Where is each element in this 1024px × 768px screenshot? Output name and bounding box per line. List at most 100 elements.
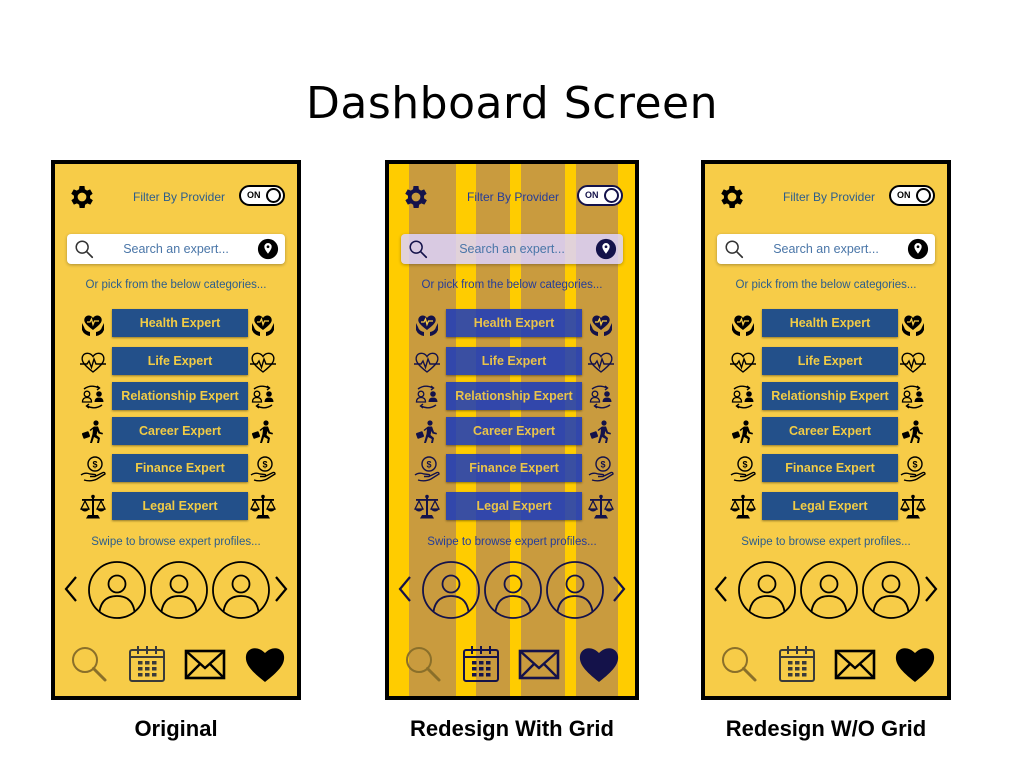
category-button[interactable]: Finance Expert [446,454,582,482]
health-hands-heart-icon [413,310,441,338]
category-button[interactable]: Legal Expert [762,492,898,520]
nav-heart-icon[interactable] [243,642,287,686]
category-button[interactable]: Career Expert [112,417,248,445]
bottom-navigation [399,642,625,688]
heartbeat-icon [79,348,107,376]
chevron-left-icon[interactable] [713,574,729,604]
category-button[interactable]: Legal Expert [446,492,582,520]
heartbeat-icon [587,348,615,376]
category-button[interactable]: Relationship Expert [112,382,248,410]
search-input[interactable]: Search an expert... [67,234,285,264]
bottom-navigation [65,642,287,688]
expert-profile-avatar[interactable] [421,560,481,620]
nav-calendar-icon[interactable] [125,642,169,686]
filter-by-provider-label: Filter By Provider [467,190,560,204]
filter-by-provider-label: Filter By Provider [133,190,226,204]
finance-hand-coin-icon: $ [249,455,277,483]
nav-calendar-icon[interactable] [459,642,503,686]
expert-profile-carousel[interactable] [711,560,941,622]
expert-profile-carousel[interactable] [61,560,291,622]
filter-toggle[interactable]: ON [577,185,623,206]
category-row: $ Finance Expert $ [389,454,635,484]
heartbeat-icon [729,348,757,376]
expert-profile-avatar[interactable] [211,560,271,620]
toggle-knob [604,188,619,203]
nav-search-icon[interactable] [67,642,111,686]
category-button[interactable]: Health Expert [446,309,582,337]
dashboard-screen: Filter By Provider ON Search an expert..… [389,164,635,696]
dashboard-screen: Filter By Provider ON Search an expert..… [705,164,947,696]
nav-mail-icon[interactable] [183,642,227,686]
legal-scales-icon [79,493,107,521]
toggle-state-label: ON [247,190,261,200]
health-hands-heart-icon [79,310,107,338]
svg-text:$: $ [600,460,605,470]
expert-profile-avatar[interactable] [799,560,859,620]
location-pin-icon[interactable] [907,238,929,260]
expert-profile-avatar[interactable] [545,560,605,620]
category-row: Legal Expert [705,492,947,522]
slide-title: Dashboard Screen [306,78,718,129]
settings-gear-icon[interactable] [401,182,431,212]
pick-category-label: Or pick from the below categories... [735,279,917,291]
nav-heart-icon[interactable] [893,642,937,686]
category-button[interactable]: Career Expert [446,417,582,445]
search-placeholder: Search an expert... [773,242,879,256]
filter-by-provider-label: Filter By Provider [783,190,876,204]
category-button[interactable]: Relationship Expert [762,382,898,410]
toggle-knob [916,188,931,203]
heartbeat-icon [899,348,927,376]
category-button[interactable]: Health Expert [762,309,898,337]
chevron-left-icon[interactable] [397,574,413,604]
settings-gear-icon[interactable] [717,182,747,212]
relationship-exchange-icon [899,383,927,411]
chevron-right-icon[interactable] [611,574,627,604]
category-row: $ Finance Expert $ [705,454,947,484]
expert-profile-avatar[interactable] [861,560,921,620]
relationship-exchange-icon [729,383,757,411]
chevron-left-icon[interactable] [63,574,79,604]
health-hands-heart-icon [249,310,277,338]
chevron-right-icon[interactable] [273,574,289,604]
search-input[interactable]: Search an expert... [401,234,623,264]
finance-hand-coin-icon: $ [79,455,107,483]
filter-toggle[interactable]: ON [889,185,935,206]
category-row: Life Expert [705,347,947,377]
location-pin-icon[interactable] [595,238,617,260]
category-button[interactable]: Life Expert [112,347,248,375]
category-button[interactable]: Legal Expert [112,492,248,520]
nav-mail-icon[interactable] [833,642,877,686]
category-button[interactable]: Life Expert [446,347,582,375]
caption-without-grid: Redesign W/O Grid [725,716,927,741]
category-button[interactable]: Life Expert [762,347,898,375]
career-briefcase-icon [899,418,927,446]
nav-calendar-icon[interactable] [775,642,819,686]
category-row: Relationship Expert [55,382,297,412]
expert-profile-carousel[interactable] [395,560,629,622]
expert-profile-avatar[interactable] [483,560,543,620]
category-button[interactable]: Relationship Expert [446,382,582,410]
finance-hand-coin-icon: $ [587,455,615,483]
category-button[interactable]: Health Expert [112,309,248,337]
toggle-state-label: ON [585,190,599,200]
nav-search-icon[interactable] [401,642,445,686]
location-pin-icon[interactable] [257,238,279,260]
expert-profile-avatar[interactable] [737,560,797,620]
finance-hand-coin-icon: $ [899,455,927,483]
heartbeat-icon [249,348,277,376]
expert-profile-avatar[interactable] [87,560,147,620]
category-button[interactable]: Career Expert [762,417,898,445]
category-button[interactable]: Finance Expert [762,454,898,482]
category-button[interactable]: Finance Expert [112,454,248,482]
career-briefcase-icon [249,418,277,446]
chevron-right-icon[interactable] [923,574,939,604]
nav-heart-icon[interactable] [577,642,621,686]
search-input[interactable]: Search an expert... [717,234,935,264]
filter-toggle[interactable]: ON [239,185,285,206]
expert-profile-avatar[interactable] [149,560,209,620]
category-row: Relationship Expert [705,382,947,412]
phone-mockup-without-grid: Filter By Provider ON Search an expert..… [701,160,951,700]
nav-search-icon[interactable] [717,642,761,686]
nav-mail-icon[interactable] [517,642,561,686]
settings-gear-icon[interactable] [67,182,97,212]
